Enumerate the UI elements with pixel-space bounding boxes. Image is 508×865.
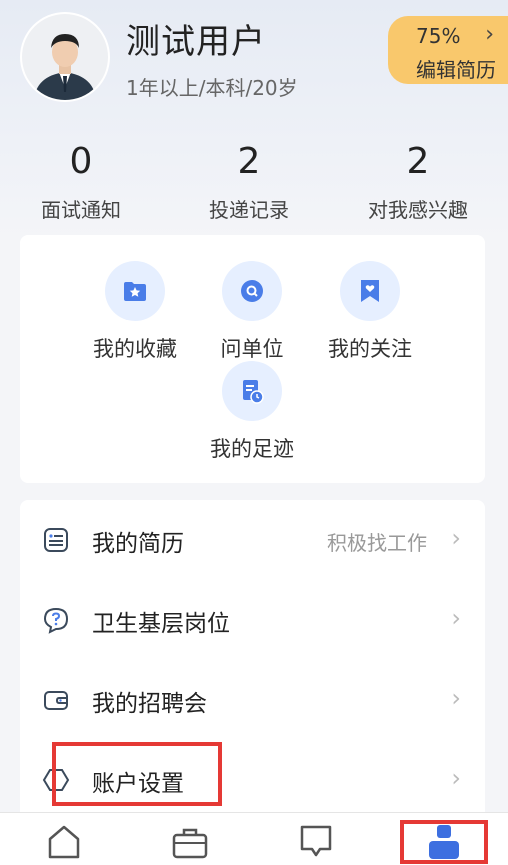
stat-label: 对我感兴趣 [368, 198, 468, 222]
stat-interested[interactable]: 2 对我感兴趣 [333, 140, 503, 223]
menu-item-primary-care-jobs[interactable]: 卫生基层岗位 › [20, 580, 485, 660]
user-photo-icon [22, 14, 108, 100]
heart-bookmark-icon [361, 280, 379, 302]
question-icon [43, 607, 69, 634]
document-clock-icon [243, 380, 264, 404]
stat-interview[interactable]: 0 面试通知 [0, 140, 166, 223]
quick-item-label: 我的足迹 [210, 437, 294, 461]
menu-item-job-fairs[interactable]: 我的招聘会 › [20, 660, 485, 740]
home-icon [48, 825, 80, 859]
chevron-right-icon: › [485, 22, 494, 47]
highlight-box-profile-tab [400, 820, 488, 864]
stat-value: 2 [406, 141, 430, 182]
search-chat-icon [241, 280, 263, 302]
stat-label: 面试通知 [41, 198, 121, 222]
quick-item-ask-employer[interactable]: 问单位 [192, 261, 312, 363]
stat-applications[interactable]: 2 投递记录 [164, 140, 334, 223]
avatar[interactable] [22, 14, 108, 100]
tab-jobs[interactable] [170, 823, 210, 859]
menu-item-label: 我的简历 [92, 531, 184, 557]
tab-home[interactable] [44, 823, 84, 859]
briefcase-icon [172, 828, 208, 859]
message-icon [300, 825, 332, 857]
edit-resume-badge[interactable]: 75% › 编辑简历 [388, 16, 508, 84]
chevron-right-icon: › [451, 764, 461, 792]
stat-label: 投递记录 [209, 198, 289, 222]
resume-icon [44, 528, 68, 552]
resume-completion: 75% [416, 24, 461, 48]
quick-item-label: 问单位 [220, 337, 284, 361]
quick-item-label: 我的收藏 [93, 337, 177, 361]
user-info: 1年以上/本科/20岁 [126, 76, 298, 100]
stat-value: 0 [69, 141, 93, 182]
wallet-icon [44, 691, 68, 710]
stat-value: 2 [237, 141, 261, 182]
tab-messages[interactable] [296, 823, 336, 859]
menu-item-resume[interactable]: 我的简历 积极找工作 › [20, 500, 485, 580]
chevron-right-icon: › [451, 524, 461, 552]
quick-item-history[interactable]: 我的足迹 [192, 361, 312, 463]
quick-actions-card: 我的收藏 问单位 我的关注 我的足迹 [20, 235, 485, 483]
edit-resume-label: 编辑简历 [416, 58, 496, 82]
highlight-box-account-settings [52, 742, 222, 806]
star-folder-icon [124, 282, 146, 301]
username: 测试用户 [126, 22, 266, 62]
chevron-right-icon: › [451, 604, 461, 632]
quick-item-favorites[interactable]: 我的收藏 [75, 261, 195, 363]
job-status-text: 积极找工作 [327, 531, 427, 555]
chevron-right-icon: › [451, 684, 461, 712]
menu-item-label: 卫生基层岗位 [92, 611, 230, 637]
menu-item-label: 我的招聘会 [92, 691, 207, 717]
quick-item-following[interactable]: 我的关注 [310, 261, 430, 363]
quick-item-label: 我的关注 [328, 337, 412, 361]
